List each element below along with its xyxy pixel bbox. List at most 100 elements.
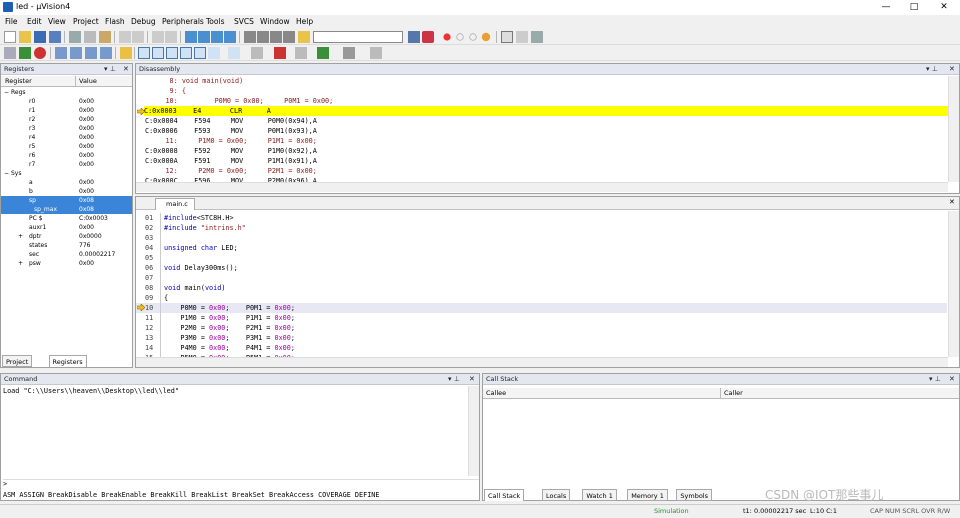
indent-icon[interactable] bbox=[244, 31, 256, 43]
menu-view[interactable]: View bbox=[48, 17, 66, 26]
code-line[interactable]: 06 void Delay300ms(); bbox=[136, 263, 947, 273]
expander-icon[interactable]: − bbox=[4, 88, 9, 97]
bookmark-prev-icon[interactable] bbox=[198, 31, 210, 43]
command-input[interactable]: > bbox=[3, 479, 479, 489]
menu-file[interactable]: File bbox=[5, 17, 18, 26]
command-vscroll[interactable] bbox=[468, 386, 479, 476]
breakpoint-icon[interactable] bbox=[443, 33, 451, 41]
pin-icon[interactable]: ▾ ⊥ bbox=[104, 64, 116, 75]
register-row[interactable]: states 776 bbox=[1, 241, 132, 250]
menu-edit[interactable]: Edit bbox=[27, 17, 42, 26]
disassembly-line[interactable]: 11: P1M0 = 0x00; P1M1 = 0x00; bbox=[145, 136, 950, 146]
register-row[interactable]: sp 0x08 bbox=[1, 196, 132, 205]
col-caller[interactable]: Caller bbox=[721, 388, 959, 399]
find-combo[interactable] bbox=[313, 31, 403, 43]
menu-flash[interactable]: Flash bbox=[105, 17, 125, 26]
disassembly-line[interactable]: 10: P0M0 = 0x00; P0M1 = 0x00; bbox=[145, 96, 950, 106]
menu-tools[interactable]: Tools bbox=[206, 17, 224, 26]
breakpoint-disable-icon[interactable] bbox=[456, 33, 464, 41]
pin-icon[interactable]: ▾ ⊥ bbox=[929, 374, 941, 385]
serial-window-icon[interactable] bbox=[251, 47, 263, 59]
find-in-files-icon[interactable] bbox=[298, 31, 310, 43]
step-over-icon[interactable] bbox=[70, 47, 82, 59]
breakpoint-disable-all-icon[interactable] bbox=[469, 33, 477, 41]
tab-call-stack[interactable]: Call Stack bbox=[484, 489, 525, 501]
register-row[interactable]: − Regs bbox=[1, 88, 132, 97]
run-icon[interactable] bbox=[19, 47, 31, 59]
save-all-icon[interactable] bbox=[49, 31, 61, 43]
bookmark-clear-icon[interactable] bbox=[224, 31, 236, 43]
paste-icon[interactable] bbox=[99, 31, 111, 43]
copy-icon[interactable] bbox=[84, 31, 96, 43]
command-window-icon[interactable] bbox=[138, 47, 150, 59]
menu-peripherals[interactable]: Peripherals bbox=[162, 17, 204, 26]
find-icon[interactable] bbox=[408, 31, 420, 43]
editor-hscroll[interactable] bbox=[136, 357, 948, 367]
debug-session-icon[interactable] bbox=[422, 31, 434, 43]
col-callee[interactable]: Callee bbox=[483, 388, 721, 399]
code-line[interactable]: 12 P2M0 = 0x00; P2M1 = 0x00; bbox=[136, 323, 947, 333]
tab-memory-1[interactable]: Memory 1 bbox=[627, 489, 668, 501]
disassembly-line[interactable]: 12: P2M0 = 0x00; P2M1 = 0x00; bbox=[145, 166, 950, 176]
col-value[interactable]: Value bbox=[76, 76, 132, 87]
register-row[interactable]: r3 0x00 bbox=[1, 124, 132, 133]
bookmark-icon[interactable] bbox=[185, 31, 197, 43]
save-icon[interactable] bbox=[34, 31, 46, 43]
watch-window-icon[interactable] bbox=[208, 47, 220, 59]
close-icon[interactable]: ✕ bbox=[949, 374, 955, 385]
minimize-button[interactable]: — bbox=[872, 1, 900, 14]
new-file-icon[interactable] bbox=[4, 31, 16, 43]
code-line[interactable]: 01 #include<STC8H.H> bbox=[136, 213, 947, 223]
close-button[interactable]: ✕ bbox=[930, 1, 958, 14]
disassembly-line[interactable]: C:0x0003 E4 CLR A bbox=[144, 106, 949, 116]
nav-back-icon[interactable] bbox=[152, 31, 164, 43]
disassembly-line[interactable]: C:0x0008 F592 MOV P1M0(0x92),A bbox=[145, 146, 950, 156]
menu-debug[interactable]: Debug bbox=[131, 17, 156, 26]
register-row[interactable]: r5 0x00 bbox=[1, 142, 132, 151]
breakpoint-kill-all-icon[interactable] bbox=[481, 32, 491, 42]
code-line[interactable]: 13 P3M0 = 0x00; P3M1 = 0x00; bbox=[136, 333, 947, 343]
maximize-button[interactable]: □ bbox=[900, 1, 928, 14]
register-row[interactable]: sp_max 0x08 bbox=[1, 205, 132, 214]
code-line[interactable]: 04 unsigned char LED; bbox=[136, 243, 947, 253]
expander-icon[interactable]: + bbox=[18, 259, 23, 268]
register-row[interactable]: r2 0x00 bbox=[1, 115, 132, 124]
code-line[interactable]: 05 bbox=[136, 253, 947, 263]
close-icon[interactable]: ✕ bbox=[949, 198, 955, 206]
register-row[interactable]: r4 0x00 bbox=[1, 133, 132, 142]
disassembly-vscroll[interactable] bbox=[948, 76, 959, 182]
unindent-icon[interactable] bbox=[257, 31, 269, 43]
code-line[interactable]: 08 void main(void) bbox=[136, 283, 947, 293]
close-icon[interactable]: ✕ bbox=[123, 64, 129, 75]
register-row[interactable]: + psw 0x00 bbox=[1, 259, 132, 268]
undo-icon[interactable] bbox=[119, 31, 131, 43]
trace-window-icon[interactable] bbox=[295, 47, 307, 59]
layout-dropdown-icon[interactable] bbox=[516, 31, 528, 43]
registers-window-icon[interactable] bbox=[180, 47, 192, 59]
disassembly-line[interactable]: 8: void main(void) bbox=[145, 76, 950, 86]
menu-help[interactable]: Help bbox=[296, 17, 313, 26]
editor-vscroll[interactable] bbox=[948, 211, 959, 357]
code-line[interactable]: 10 P0M0 = 0x00; P0M1 = 0x00; bbox=[136, 303, 947, 313]
close-icon[interactable]: ✕ bbox=[949, 64, 955, 75]
code-line[interactable]: 03 bbox=[136, 233, 947, 243]
toolbox-icon[interactable] bbox=[343, 47, 355, 59]
memory-window-icon[interactable] bbox=[228, 47, 240, 59]
nav-forward-icon[interactable] bbox=[165, 31, 177, 43]
register-row[interactable]: auxr1 0x00 bbox=[1, 223, 132, 232]
step-out-icon[interactable] bbox=[85, 47, 97, 59]
register-row[interactable]: b 0x00 bbox=[1, 187, 132, 196]
disassembly-line[interactable]: 9: { bbox=[145, 86, 950, 96]
register-row[interactable]: r0 0x00 bbox=[1, 97, 132, 106]
tab-project[interactable]: Project bbox=[2, 355, 33, 367]
cut-icon[interactable] bbox=[69, 31, 81, 43]
tab-symbols[interactable]: Symbols bbox=[676, 489, 712, 501]
configure-icon[interactable] bbox=[531, 31, 543, 43]
reset-icon[interactable] bbox=[4, 47, 16, 59]
tab-main-c[interactable]: main.c bbox=[155, 198, 195, 210]
menu-project[interactable]: Project bbox=[73, 17, 99, 26]
register-row[interactable]: r6 0x00 bbox=[1, 151, 132, 160]
stop-icon[interactable] bbox=[34, 47, 46, 59]
disassembly-hscroll[interactable] bbox=[136, 182, 948, 192]
register-row[interactable]: sec 0.00002217 bbox=[1, 250, 132, 259]
